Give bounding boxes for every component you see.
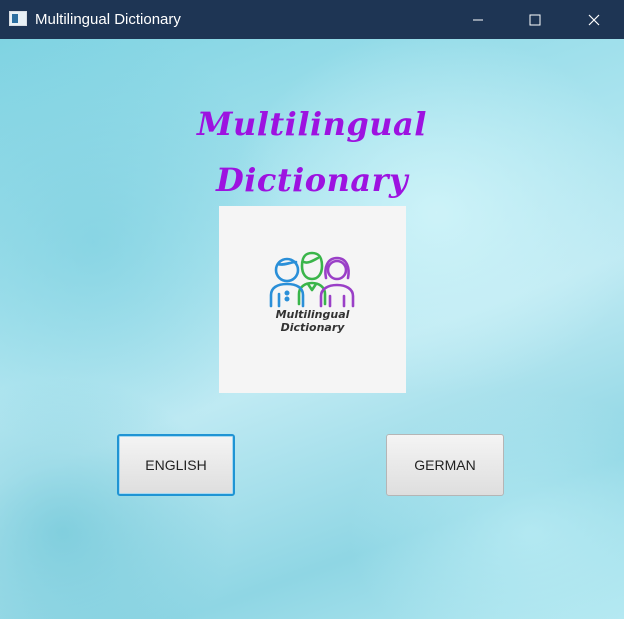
main-content: Multilingual Dictionary Multilingual Dic…: [0, 39, 624, 619]
minimize-icon: [473, 19, 483, 20]
logo-text-line1: Multilingual: [275, 308, 350, 321]
title-bar[interactable]: Multilingual Dictionary: [0, 0, 624, 39]
logo-text-line2: Dictionary: [280, 321, 345, 334]
window-title: Multilingual Dictionary: [35, 11, 181, 28]
app-window-icon: [9, 11, 27, 26]
logo-image: Multilingual Dictionary: [219, 206, 406, 393]
minimize-button[interactable]: [455, 0, 501, 39]
app-window: Multilingual Dictionary Multilingual Dic…: [0, 0, 624, 619]
page-title: Multilingual Dictionary: [132, 96, 492, 208]
english-button[interactable]: ENGLISH: [117, 434, 235, 496]
maximize-icon: [529, 14, 541, 25]
close-icon: [588, 14, 600, 25]
german-button[interactable]: GERMAN: [386, 434, 504, 496]
page-title-line2: Dictionary: [215, 161, 409, 199]
people-group-icon: [269, 251, 355, 308]
maximize-button[interactable]: [512, 0, 558, 39]
page-title-line1: Multilingual: [197, 105, 427, 143]
close-button[interactable]: [571, 0, 617, 39]
